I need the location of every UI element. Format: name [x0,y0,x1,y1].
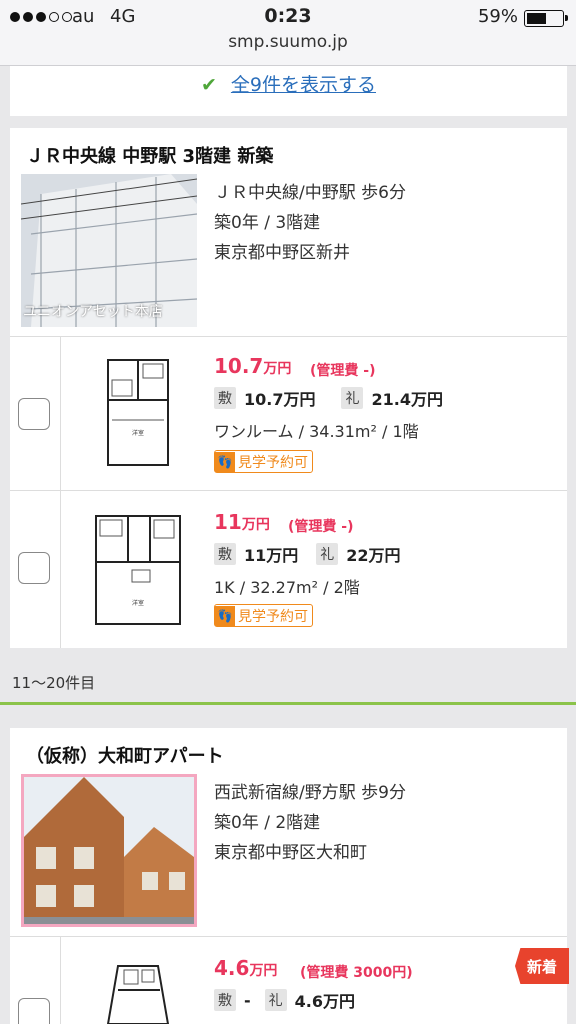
property-title[interactable]: （仮称）大和町アパート [26,742,224,768]
building-age-floors: 築0年 / 2階建 [214,813,321,833]
deposit-key-money: 敷- 礼 4.6万円 [214,988,355,1012]
chevron-down-icon: ✔ [200,74,217,96]
show-all-link[interactable]: ✔ 全9件を表示する [10,70,567,97]
property-title[interactable]: ＪＲ中央線 中野駅 3階建 新築 [26,142,273,168]
battery-percent: 59% [477,6,518,27]
room-select-checkbox[interactable] [18,552,50,584]
room-select-checkbox[interactable] [18,398,50,430]
deposit-key-money: 敷 11万円 礼 22万円 [214,542,401,566]
status-bar: au 4G 0:23 59% smp.suumo.jp [0,0,576,66]
svg-text:洋室: 洋室 [132,429,144,437]
property-photo[interactable] [21,774,197,927]
viewing-reservation-badge: 👣 見学予約可 [214,450,313,473]
svg-text:洋室: 洋室 [132,599,144,607]
management-fee: (管理費 -) [310,363,376,379]
new-listing-ribbon: 新着 [515,948,569,984]
management-fee: (管理費 3000円) [300,965,413,981]
floor-plan-image[interactable]: 洋室 [88,350,188,470]
property-address: 東京都中野区新井 [214,243,350,263]
property-card: （仮称）大和町アパート 西武新宿線/野方駅 歩9分 築0年 / 2階建 東京都中… [10,728,569,1024]
rent-price[interactable]: 10.7万円 [214,354,291,378]
building-age-floors: 築0年 / 3階建 [214,213,321,233]
station-access: ＪＲ中央線/中野駅 歩6分 [214,183,406,203]
station-access: 西武新宿線/野方駅 歩9分 [214,783,406,803]
room-layout: ワンルーム / 34.31m² / 1階 [214,422,419,441]
rent-price[interactable]: 11万円 [214,510,270,534]
section-divider [0,702,576,705]
room-select-checkbox[interactable] [18,998,50,1024]
floor-plan-image[interactable] [88,960,188,1024]
rent-price[interactable]: 4.6万円 [214,956,277,980]
result-range-label: 11〜20件目 [12,674,96,692]
property-photo[interactable]: ユニオンアセット本店 [21,174,197,327]
property-card: ＪＲ中央線 中野駅 3階建 新築 ユニオンアセット本店 ＪＲ中央線/中野駅 歩6… [10,128,567,648]
deposit-key-money: 敷 10.7万円 礼 21.4万円 [214,386,443,410]
footprint-icon: 👣 [215,605,235,626]
battery-icon [524,10,568,27]
footprint-icon: 👣 [215,451,235,472]
photo-caption: ユニオンアセット本店 [23,304,163,320]
floor-plan-image[interactable]: 洋室 [88,510,188,630]
management-fee: (管理費 -) [288,519,354,535]
show-all-card: ✔ 全9件を表示する [10,66,567,116]
property-address: 東京都中野区大和町 [214,843,367,863]
viewing-reservation-badge: 👣 見学予約可 [214,604,313,627]
room-layout: 1K / 32.27m² / 2階 [214,578,360,597]
address-bar[interactable]: smp.suumo.jp [0,32,576,52]
